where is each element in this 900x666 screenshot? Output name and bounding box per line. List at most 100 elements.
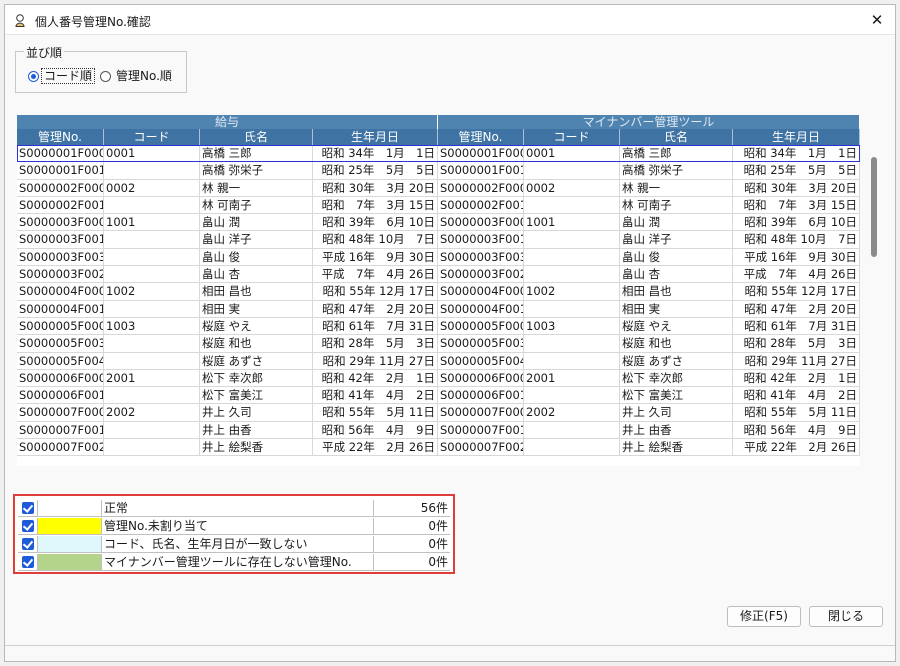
table-row[interactable]: S0000001F000 0001 高橋 三郎 昭和 34年 1月 1日 S000000… — [17, 145, 860, 163]
table-row[interactable]: S0000006F000 2001 松下 幸次郎 昭和 42年 2月 1日 S00000… — [17, 369, 860, 388]
cell-code-tool — [524, 162, 620, 179]
table-row[interactable]: S0000005F000 1003 桜庭 やえ 昭和 61年 7月 31日 S00000… — [17, 317, 860, 336]
edit-button[interactable]: 修正(F5) — [727, 606, 801, 627]
cell-birthdate-tool: 昭和 55年 12月 17日 — [733, 283, 860, 300]
table-row[interactable]: S0000003F001 畠山 洋子 昭和 48年 10月 7日 S0000003F0… — [17, 231, 860, 249]
cell-birthdate: 平成 22年 2月 26日 — [313, 439, 438, 456]
radio-indicator[interactable] — [28, 70, 39, 82]
cell-kanri-no: S0000007F001 — [19, 421, 104, 439]
checkbox-checked-icon[interactable] — [21, 502, 34, 514]
col-header-code[interactable]: コード — [104, 129, 200, 145]
checkbox-checked-icon[interactable] — [21, 556, 34, 568]
table-row[interactable]: S0000003F002 畠山 杏平成 7年 4月 26日 S0000003F002… — [17, 266, 860, 284]
cell-code-tool: 2002 — [524, 404, 620, 421]
table-row[interactable]: S0000004F001 相田 実昭和 47年 2月 20日 S0000004F00… — [17, 300, 860, 318]
legend-count: 0件 — [428, 537, 448, 551]
col-header-name-tool[interactable]: 氏名 — [620, 129, 733, 145]
col-header-birthdate-tool[interactable]: 生年月日 — [733, 129, 860, 145]
radio-kanri-order-label[interactable]: 管理No.順 — [114, 69, 174, 83]
cell-kanri-no: S0000007F000 — [19, 404, 104, 421]
checkbox-checked-icon[interactable] — [21, 538, 34, 550]
cell-name: 相田 実 — [200, 300, 313, 317]
vertical-scrollbar-thumb[interactable] — [871, 157, 877, 257]
dialog-window: 個人番号管理No.確認 ✕ 並び順 コード順 管理No.順 給与 マイナンバー管… — [4, 4, 896, 662]
legend-checkbox[interactable] — [18, 554, 38, 570]
cell-birthdate: 昭和 42年 2月 1日 — [313, 369, 438, 387]
radio-code-order[interactable]: コード順 — [28, 68, 96, 84]
cell-name: 松下 富美江 — [200, 387, 313, 404]
cell-name: 井上 絵梨香 — [200, 439, 313, 456]
col-header-birthdate[interactable]: 生年月日 — [313, 129, 438, 145]
comparison-grid[interactable]: 給与 マイナンバー管理ツール 管理No. コード 氏名 生年月日 管理No. コ… — [17, 115, 860, 466]
cell-kanri-no-tool: S0000001F001 — [440, 162, 524, 179]
radio-code-order-label[interactable]: コード順 — [40, 68, 96, 84]
legend-checkbox[interactable] — [18, 518, 38, 534]
legend-checkbox[interactable] — [18, 536, 38, 552]
legend-label: マイナンバー管理ツールに存在しない管理No. — [102, 554, 374, 570]
cell-code — [104, 439, 200, 456]
table-row[interactable]: S0000005F004 桜庭 あずさ 昭和 29年 11月 27日 S0000005… — [17, 352, 860, 370]
cell-name: 林 可南子 — [200, 196, 313, 214]
table-row[interactable]: S0000007F002 井上 絵梨香 平成 22年 2月 26日 S0000007F… — [17, 439, 860, 457]
cell-name: 井上 久司 — [200, 404, 313, 421]
cell-code — [104, 196, 200, 214]
cell-code — [104, 352, 200, 369]
cell-kanri-no: S0000006F000 — [19, 369, 104, 387]
close-button[interactable]: 閉じる — [809, 606, 883, 627]
cell-kanri-no: S0000006F001 — [19, 387, 104, 404]
cell-birthdate-tool: 昭和 25年 5月 5日 — [733, 162, 860, 179]
col-header-kanri-no[interactable]: 管理No. — [17, 129, 104, 145]
cell-name-tool: 畠山 俊 — [620, 248, 733, 266]
cell-code-tool — [524, 335, 620, 352]
cell-kanri-no-tool: S0000002F000 — [440, 179, 524, 196]
cell-name: 畠山 杏 — [200, 266, 313, 283]
table-row[interactable]: S0000002F000 0002 林 親一 昭和 30年 3月 20日 S000000… — [17, 179, 860, 197]
checkbox-checked-icon[interactable] — [21, 520, 34, 532]
cell-code: 0002 — [104, 179, 200, 196]
table-row[interactable]: S0000003F003 畠山 俊平成 16年 9月 30日 S0000003F00… — [17, 248, 860, 267]
cell-code: 2002 — [104, 404, 200, 421]
group-header-mynumber-tool: マイナンバー管理ツール — [438, 115, 860, 129]
cell-kanri-no-tool: S0000005F003 — [440, 335, 524, 352]
cell-birthdate-tool: 昭和 39年 6月 10日 — [733, 214, 860, 231]
cell-code-tool — [524, 352, 620, 369]
col-header-code-tool[interactable]: コード — [524, 129, 620, 145]
table-row[interactable]: S0000007F000 2002 井上 久司 昭和 55年 5月 11日 S00000… — [17, 404, 860, 422]
table-row[interactable]: S0000006F001 松下 富美江 昭和 41年 4月 2日 S0000006F0… — [17, 387, 860, 405]
cell-name-tool: 井上 久司 — [620, 404, 733, 421]
cell-code-tool — [524, 387, 620, 404]
cell-kanri-no: S0000001F001 — [19, 162, 104, 179]
cell-birthdate-tool: 昭和 41年 4月 2日 — [733, 387, 860, 404]
radio-kanri-order[interactable]: 管理No.順 — [100, 69, 174, 83]
cell-name-tool: 林 親一 — [620, 179, 733, 196]
cell-kanri-no-tool: S0000007F002 — [440, 439, 524, 456]
radio-indicator[interactable] — [100, 70, 111, 82]
cell-kanri-no-tool: S0000003F000 — [440, 214, 524, 231]
table-row[interactable]: S0000005F003 桜庭 和也 昭和 28年 5月 3日 S0000005F00… — [17, 335, 860, 353]
legend-count: 56件 — [420, 501, 448, 515]
cell-birthdate: 平成 7年 4月 26日 — [313, 266, 438, 283]
close-icon[interactable]: ✕ — [865, 8, 889, 32]
cell-kanri-no-tool: S0000003F001 — [440, 231, 524, 248]
cell-name: 畠山 潤 — [200, 214, 313, 231]
cell-birthdate: 昭和 61年 7月 31日 — [313, 317, 438, 335]
cell-kanri-no: S0000003F003 — [19, 248, 104, 266]
table-row[interactable]: S0000003F000 1001 畠山 潤昭和 39年 6月 10日 S000000… — [17, 214, 860, 232]
legend-checkbox[interactable] — [18, 500, 38, 516]
cell-name-tool: 桜庭 やえ — [620, 317, 733, 335]
col-header-kanri-no-tool[interactable]: 管理No. — [438, 129, 524, 145]
cell-kanri-no-tool: S0000004F001 — [440, 300, 524, 317]
cell-birthdate-tool: 昭和 56年 4月 9日 — [733, 421, 860, 439]
cell-kanri-no: S0000004F000 — [19, 283, 104, 300]
cell-name-tool: 松下 富美江 — [620, 387, 733, 404]
cell-kanri-no: S0000005F000 — [19, 317, 104, 335]
cell-birthdate-tool: 昭和 30年 3月 20日 — [733, 179, 860, 196]
cell-name: 井上 由香 — [200, 421, 313, 439]
table-row[interactable]: S0000001F001 高橋 弥栄子 昭和 25年 5月 5日 S0000001F0… — [17, 162, 860, 180]
table-row[interactable]: S0000002F001 林 可南子 昭和 7年 3月 15日 S0000002F00… — [17, 196, 860, 215]
col-header-name[interactable]: 氏名 — [200, 129, 313, 145]
table-row[interactable]: S0000007F001 井上 由香 昭和 56年 4月 9日 S0000007F00… — [17, 421, 860, 440]
cell-code-tool — [524, 421, 620, 439]
cell-name: 畠山 俊 — [200, 248, 313, 266]
table-row[interactable]: S0000004F000 1002 相田 昌也 昭和 55年 12月 17日 S0000… — [17, 283, 860, 301]
